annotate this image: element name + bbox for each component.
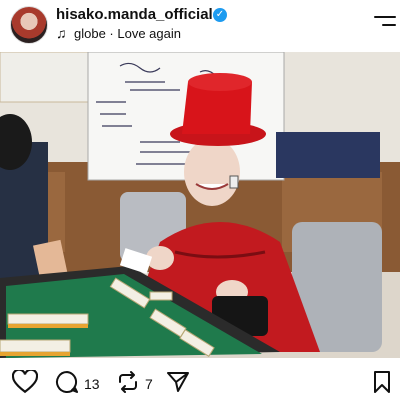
verified-badge-icon: ✓: [213, 8, 227, 22]
action-bar: 13 7: [0, 360, 400, 405]
bookmark-icon[interactable]: [372, 370, 392, 394]
post-header: hisako.manda_official ✓ ♫ globe · Love a…: [0, 0, 400, 52]
repost-icon[interactable]: [116, 370, 140, 394]
repost-count: 7: [145, 376, 153, 392]
share-icon[interactable]: [166, 370, 190, 394]
mahjong-scene-image: [0, 52, 400, 358]
music-note-icon: ♫: [56, 25, 67, 41]
post-photo[interactable]: ◀×: [0, 52, 400, 358]
music-label[interactable]: globe · Love again: [74, 26, 181, 41]
comment-icon[interactable]: [55, 370, 79, 394]
menu-icon[interactable]: [374, 14, 396, 30]
username[interactable]: hisako.manda_official: [56, 6, 213, 23]
heart-icon[interactable]: [12, 370, 38, 394]
comment-count: 13: [84, 376, 100, 392]
profile-avatar[interactable]: [10, 6, 48, 44]
